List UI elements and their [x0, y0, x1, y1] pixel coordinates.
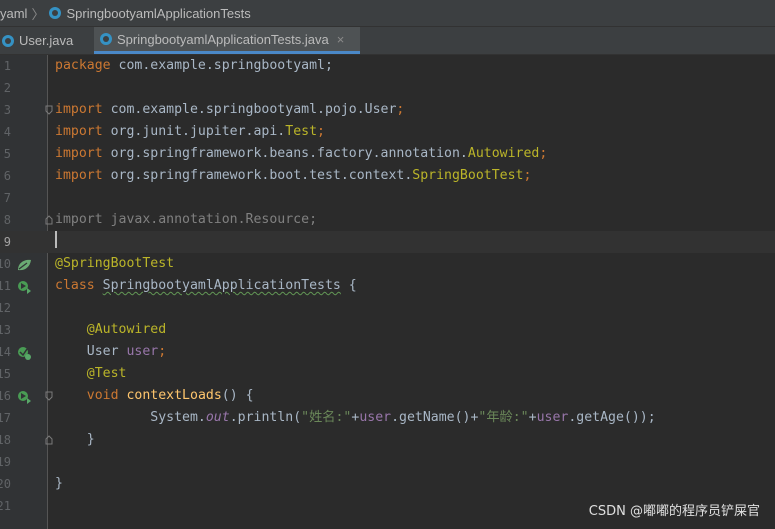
code-token: () {	[221, 388, 254, 403]
code-token: Test	[285, 124, 318, 139]
code-token: com.example.springbootyaml;	[110, 58, 333, 73]
chevron-right-icon: 〉	[31, 6, 45, 22]
class-name: SpringbootyamlApplicationTests	[102, 278, 341, 293]
tab-user-java[interactable]: User.java	[0, 27, 92, 54]
code-token: org.junit.jupiter.api.	[102, 124, 286, 139]
code-token: import	[55, 146, 103, 161]
code-token: package	[55, 58, 111, 73]
java-class-icon	[100, 33, 112, 45]
code-token: import	[55, 102, 103, 117]
code-line: import com.example.springbootyaml.pojo.U…	[0, 99, 775, 121]
code-token: import	[55, 124, 103, 139]
code-token: void	[86, 388, 119, 403]
code-token: user	[359, 410, 392, 425]
line-number: 2	[3, 81, 11, 95]
code-token: "年龄:"	[478, 410, 529, 425]
java-class-icon	[2, 34, 14, 47]
breadcrumb-project[interactable]: yaml	[0, 6, 27, 21]
code-token: .getAge());	[568, 410, 656, 425]
code-line: @SpringBootTest	[0, 253, 775, 275]
code-token: contextLoads	[126, 388, 222, 403]
code-token: com.example.springbootyaml.pojo.User	[102, 102, 397, 117]
code-line: import org.springframework.beans.factory…	[0, 143, 775, 165]
line-number: 19	[0, 455, 11, 469]
code-token: import	[55, 168, 103, 183]
code-line: }	[0, 473, 775, 495]
tab-label: User.java	[19, 33, 74, 48]
code-token: User	[86, 344, 119, 359]
code-line: }	[0, 429, 775, 451]
code-token: +	[528, 410, 537, 425]
close-icon[interactable]: ×	[337, 32, 345, 47]
code-token: System.	[150, 410, 206, 425]
code-token: @SpringBootTest	[55, 256, 175, 271]
code-line: System.out.println("姓名:"+user.getName()+…	[0, 407, 775, 429]
code-token: ;	[396, 102, 405, 117]
code-editor[interactable]: 1 2 3 4 5 6 7 8 9 10 11 12 13 14 15 16 1…	[0, 55, 775, 529]
code-line: @Test	[0, 363, 775, 385]
editor-tabs: User.java SpringbootyamlApplicationTests…	[0, 27, 775, 55]
code-line: void contextLoads() {	[0, 385, 775, 407]
line-number: 12	[0, 301, 11, 315]
tab-label: SpringbootyamlApplicationTests.java	[117, 31, 329, 47]
code-token: ;	[317, 124, 325, 139]
code-token: }	[86, 432, 95, 447]
code-token: }	[55, 476, 63, 491]
code-line	[0, 231, 775, 253]
code-token: org.springframework.boot.test.context.	[102, 168, 413, 183]
code-token: Autowired	[467, 146, 540, 161]
line-number: 21	[0, 499, 11, 513]
code-line: import org.springframework.boot.test.con…	[0, 165, 775, 187]
code-token: @Autowired	[86, 322, 167, 337]
code-token: out	[205, 410, 230, 425]
code-token: ;	[523, 168, 532, 183]
code-token: .getName()+	[391, 410, 479, 425]
code-line: import org.junit.jupiter.api.Test;	[0, 121, 775, 143]
java-class-icon	[49, 7, 62, 19]
unused-import: import javax.annotation.Resource;	[55, 212, 318, 227]
breadcrumb-file[interactable]: SpringbootyamlApplicationTests	[66, 6, 250, 21]
code-line: User user;	[0, 341, 775, 363]
text-caret	[55, 231, 57, 248]
code-token: user	[126, 344, 159, 359]
code-token: .println(	[229, 410, 302, 425]
code-token: ;	[158, 344, 167, 359]
tab-springbootyamlapplicationtests[interactable]: SpringbootyamlApplicationTests.java ×	[94, 27, 360, 54]
code-line: package com.example.springbootyaml;	[0, 55, 775, 77]
code-token: ;	[539, 146, 548, 161]
code-token: org.springframework.beans.factory.annota…	[102, 146, 468, 161]
code-token: user	[536, 410, 569, 425]
code-line: class SpringbootyamlApplicationTests {	[0, 275, 775, 297]
line-number: 7	[3, 191, 11, 205]
code-token: SpringBootTest	[412, 168, 524, 183]
code-token: {	[340, 278, 357, 293]
code-token: @Test	[86, 366, 127, 381]
code-token: "姓名:"	[301, 410, 352, 425]
code-token: class	[55, 278, 95, 293]
code-line: import javax.annotation.Resource;	[0, 209, 775, 231]
watermark: CSDN @嘟嘟的程序员铲屎官	[588, 504, 760, 519]
breadcrumb: yaml 〉 SpringbootyamlApplicationTests	[0, 0, 775, 27]
code-line: @Autowired	[0, 319, 775, 341]
